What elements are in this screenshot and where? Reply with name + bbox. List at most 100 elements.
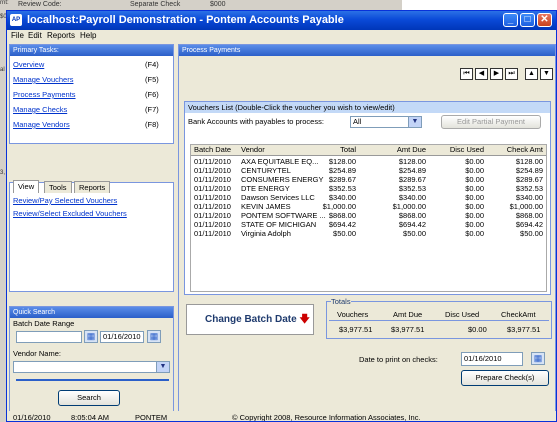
row-batch-date: 01/11/2010 [194,211,231,220]
minimize-button[interactable]: _ [503,13,518,27]
row-disc-used: $0.00 [465,193,484,202]
row-total: $254.89 [328,166,356,175]
totals-vouchers-value: $3,977.51 [339,325,373,334]
up-icon[interactable]: ▲ [525,68,538,80]
primary-tasks-header: Primary Tasks: [10,45,173,56]
status-bar: 01/16/2010 8:05:04 AM PONTEM © Copyright… [7,411,556,422]
bg-field-1: Review Code: [18,1,62,8]
col-disc-used[interactable]: Disc Used [450,145,484,154]
row-vendor: STATE OF MICHIGAN [241,220,317,229]
calendar-icon[interactable]: ▦ [84,330,98,343]
vendor-name-select[interactable]: ▼ [13,361,170,373]
tab-view[interactable]: View [13,180,40,193]
col-batch-date[interactable]: Batch Date [194,145,231,154]
chevron-down-icon[interactable]: ▼ [408,117,421,127]
row-batch-date: 01/11/2010 [194,184,231,193]
tab-tools[interactable]: Tools [44,181,72,193]
row-total: $694.42 [328,220,356,229]
row-vendor: Virginia Adolph [241,229,291,238]
maximize-button[interactable]: □ [520,13,535,27]
first-record-icon[interactable]: ⏮ [460,68,473,80]
table-row[interactable]: 01/11/2010 KEVIN JAMES $1,000.00 $1,000.… [191,202,546,211]
edit-partial-payment-button[interactable]: Edit Partial Payment [441,115,541,129]
main-window: AP localhost:Payroll Demonstration - Pon… [6,10,557,422]
last-record-icon[interactable]: ⏭ [505,68,518,80]
task-manage-vouchers[interactable]: Manage Vouchers [13,75,73,84]
row-disc-used: $0.00 [465,229,484,238]
table-row[interactable]: 01/11/2010 AXA EQUITABLE EQ... $128.00 $… [191,157,546,166]
row-disc-used: $0.00 [465,184,484,193]
table-row[interactable]: 01/11/2010 Dawson Services LLC $340.00 $… [191,193,546,202]
menu-help[interactable]: Help [80,31,96,40]
calendar-icon[interactable]: ▦ [147,330,161,343]
task-manage-checks-key: (F7) [145,105,159,114]
batch-date-from-input[interactable] [16,331,82,343]
prepare-checks-button[interactable]: Prepare Check(s) [461,370,549,386]
menu-reports[interactable]: Reports [47,31,75,40]
row-vendor: AXA EQUITABLE EQ... [241,157,319,166]
bg-left-1: rnt: [0,0,9,6]
table-row[interactable]: 01/11/2010 Virginia Adolph $50.00 $50.00… [191,229,546,238]
row-batch-date: 01/11/2010 [194,220,231,229]
close-button[interactable]: ✕ [537,13,552,27]
change-batch-date-button[interactable]: Change Batch Date 🡇 [186,304,314,335]
link-review-select-excluded[interactable]: Review/Select Excluded Vouchers [13,209,127,218]
status-date: 01/16/2010 [13,413,51,422]
totals-check-amt-header: CheckAmt [501,310,536,319]
row-total: $1,000.00 [322,202,356,211]
search-button[interactable]: Search [58,390,120,406]
row-amt-due: $128.00 [398,157,426,166]
col-amt-due[interactable]: Amt Due [397,145,426,154]
row-check-amt: $1,000.00 [509,202,543,211]
task-overview-key: (F4) [145,60,159,69]
calendar-icon[interactable]: ▦ [531,352,545,365]
bank-accounts-select[interactable]: All ▼ [350,116,422,128]
row-check-amt: $289.67 [515,175,543,184]
arrow-down-icon: 🡇 [299,314,310,325]
row-total: $128.00 [328,157,356,166]
process-payments-header: Process Payments [179,45,555,56]
menu-edit[interactable]: Edit [28,31,42,40]
bank-accounts-label: Bank Accounts with payables to process: [188,117,324,126]
down-icon[interactable]: ▼ [540,68,553,80]
chevron-down-icon[interactable]: ▼ [156,362,169,372]
col-check-amt[interactable]: Check Amt [507,145,543,154]
row-amt-due: $340.00 [398,193,426,202]
title-bar[interactable]: AP localhost:Payroll Demonstration - Pon… [7,11,556,30]
col-vendor[interactable]: Vendor [241,145,265,154]
tab-reports[interactable]: Reports [74,181,111,193]
next-record-icon[interactable]: ▶ [490,68,503,80]
batch-date-to-input[interactable]: 01/16/2010 [100,331,144,343]
table-row[interactable]: 01/11/2010 DTE ENERGY $352.53 $352.53 $0… [191,184,546,193]
table-row[interactable]: 01/11/2010 CONSUMERS ENERGY $289.67 $289… [191,175,546,184]
vouchers-table: Batch Date Vendor Total Amt Due Disc Use… [190,144,547,292]
process-payments-panel: Process Payments ⏮ ◀ ▶ ⏭ ▲ ▼ Vouchers Li… [178,44,556,419]
task-manage-vendors-key: (F8) [145,120,159,129]
row-disc-used: $0.00 [465,175,484,184]
quick-search-panel: Quick Search Batch Date Range ▦ 01/16/20… [9,306,174,413]
row-batch-date: 01/11/2010 [194,229,231,238]
row-disc-used: $0.00 [465,157,484,166]
task-manage-checks[interactable]: Manage Checks [13,105,67,114]
table-row[interactable]: 01/11/2010 STATE OF MICHIGAN $694.42 $69… [191,220,546,229]
table-row[interactable]: 01/11/2010 CENTURYTEL $254.89 $254.89 $0… [191,166,546,175]
table-row[interactable]: 01/11/2010 PONTEM SOFTWARE ... $868.00 $… [191,211,546,220]
vouchers-list-header: Vouchers List (Double-Click the voucher … [185,102,550,113]
row-vendor: DTE ENERGY [241,184,290,193]
task-manage-vendors[interactable]: Manage Vendors [13,120,70,129]
row-disc-used: $0.00 [465,220,484,229]
row-amt-due: $1,000.00 [392,202,426,211]
change-batch-date-label: Change Batch Date [205,314,297,325]
col-total[interactable]: Total [340,145,356,154]
task-process-payments[interactable]: Process Payments [13,90,76,99]
totals-panel: Totals Vouchers Amt Due Disc Used CheckA… [326,297,552,339]
task-overview[interactable]: Overview [13,60,44,69]
row-amt-due: $694.42 [398,220,426,229]
menu-file[interactable]: File [11,31,24,40]
prev-record-icon[interactable]: ◀ [475,68,488,80]
print-date-input[interactable]: 01/16/2010 [461,352,523,366]
row-disc-used: $0.00 [465,211,484,220]
batch-date-label: Batch Date Range [13,319,75,328]
link-review-pay-selected[interactable]: Review/Pay Selected Vouchers [13,196,117,205]
totals-disc-used-header: Disc Used [445,310,480,319]
